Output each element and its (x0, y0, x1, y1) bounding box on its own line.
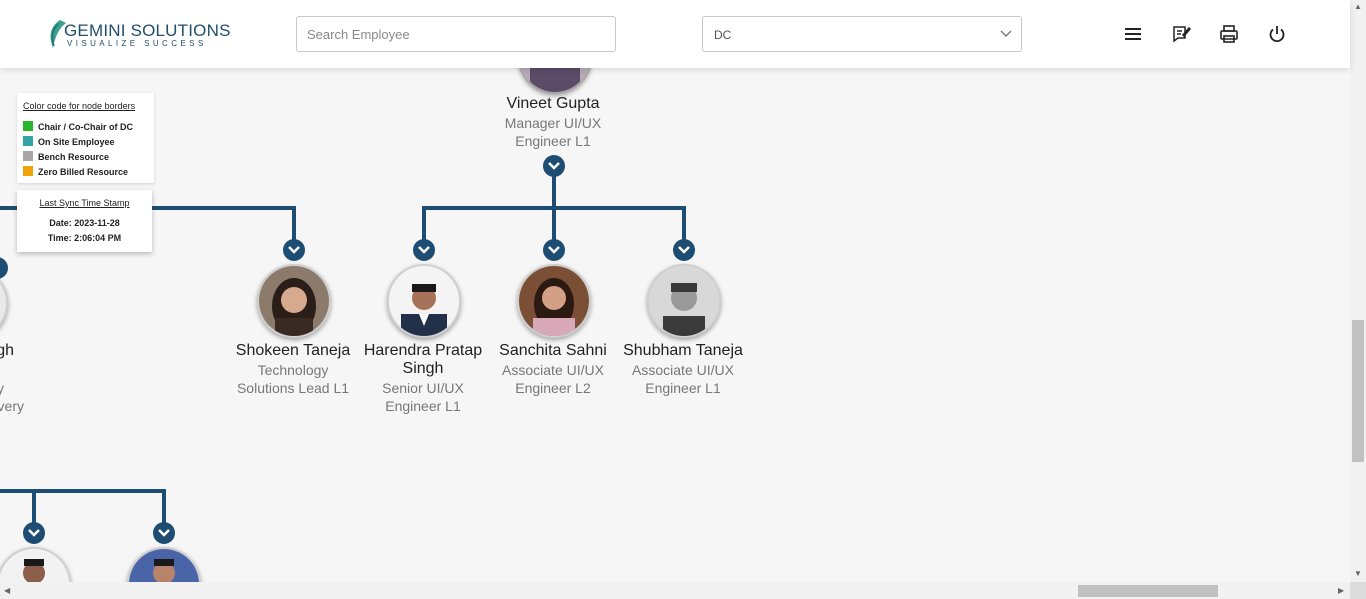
feedback-icon[interactable] (1170, 23, 1192, 45)
legend-swatch (23, 121, 33, 131)
app-header: GEMINI SOLUTIONS VISUALIZE SUCCESS DC (0, 0, 1350, 68)
chevron-down-icon (678, 246, 690, 254)
avatar-harendra-pratap-singh[interactable] (387, 264, 461, 338)
print-icon[interactable] (1218, 23, 1240, 45)
employee-role: Senior UI/UX (382, 380, 464, 396)
logo-text: GEMINI SOLUTIONS (64, 21, 231, 40)
chevron-down-icon (548, 246, 560, 254)
legend-item-bench: Bench Resource (23, 151, 109, 163)
last-sync-panel: Last Sync Time Stamp Date: 2023-11-28 Ti… (17, 190, 152, 252)
chevron-down-icon (28, 529, 40, 537)
chevron-down-icon (1000, 30, 1012, 37)
logo-tagline: VISUALIZE SUCCESS (67, 39, 207, 48)
vertical-scrollbar[interactable] (1350, 0, 1366, 582)
employee-role-partial: very (0, 398, 24, 414)
node-border-legend: Color code for node borders Chair / Co-C… (17, 93, 154, 183)
expand-toggle-button[interactable] (283, 239, 305, 261)
expand-toggle-button[interactable] (543, 239, 565, 261)
gemini-logo[interactable]: GEMINI SOLUTIONS VISUALIZE SUCCESS (46, 17, 230, 51)
employee-role: Manager UI/UX (504, 115, 602, 131)
expand-toggle-button[interactable] (543, 155, 565, 177)
avatar-shokeen-taneja[interactable] (257, 264, 331, 338)
employee-role: Technology (257, 362, 329, 378)
dc-select-value: DC (714, 28, 732, 42)
chevron-down-icon (418, 246, 430, 254)
avatar-shubham-taneja[interactable] (647, 264, 721, 338)
scroll-down-arrow[interactable]: ▼ (1354, 569, 1362, 578)
employee-role: Engineer L2 (515, 380, 591, 396)
employee-role: Associate UI/UX (502, 362, 604, 378)
chevron-down-icon (288, 246, 300, 254)
employee-role-partial: y (0, 380, 4, 396)
avatar-sanchita-sahni[interactable] (517, 264, 591, 338)
expand-toggle-button[interactable] (673, 239, 695, 261)
legend-title: Color code for node borders (23, 101, 136, 111)
chevron-down-icon (158, 529, 170, 537)
employee-role: Engineer L1 (645, 380, 721, 396)
legend-label: Chair / Co-Chair of DC (38, 122, 134, 132)
scroll-up-arrow[interactable]: ▲ (1354, 2, 1362, 11)
legend-swatch (23, 136, 33, 146)
search-employee-input[interactable] (296, 16, 616, 52)
employee-name: Shubham Taneja (623, 342, 743, 359)
menu-icon[interactable] (1122, 23, 1144, 45)
org-chart-canvas[interactable]: Vineet Gupta Manager UI/UX Engineer L1 S… (0, 0, 1350, 582)
legend-item-chair: Chair / Co-Chair of DC (23, 121, 133, 133)
employee-name-partial: gh (0, 342, 14, 359)
legend-swatch (23, 151, 33, 161)
vertical-scrollbar-thumb[interactable] (1352, 320, 1364, 462)
sync-time: Time: 2:06:04 PM (47, 233, 122, 243)
employee-name: Vineet Gupta (506, 95, 600, 112)
scroll-right-arrow[interactable]: ▶ (1338, 586, 1344, 595)
employee-role: Solutions Lead L1 (236, 380, 350, 396)
legend-label: Zero Billed Resource (38, 167, 129, 177)
expand-toggle-button[interactable] (153, 522, 175, 544)
employee-name: Sanchita Sahni (499, 342, 607, 359)
legend-label: On Site Employee (38, 137, 115, 147)
chevron-down-icon (548, 162, 560, 170)
horizontal-scrollbar-thumb[interactable] (1078, 585, 1218, 597)
employee-role: Associate UI/UX (632, 362, 734, 378)
legend-label: Bench Resource (38, 152, 110, 162)
employee-role: Engineer L1 (385, 398, 461, 414)
dc-select[interactable]: DC (702, 16, 1022, 52)
employee-name: Harendra Pratap Singh (363, 342, 483, 377)
expand-toggle-button[interactable] (23, 522, 45, 544)
power-icon[interactable] (1266, 23, 1288, 45)
sync-title: Last Sync Time Stamp (39, 198, 130, 208)
sync-date: Date: 2023-11-28 (49, 218, 120, 228)
legend-item-zero-billed: Zero Billed Resource (23, 166, 128, 178)
employee-role: Engineer L1 (515, 133, 591, 149)
scroll-left-arrow[interactable]: ◀ (4, 586, 10, 595)
expand-toggle-button[interactable] (413, 239, 435, 261)
legend-swatch (23, 166, 33, 176)
employee-name: Shokeen Taneja (235, 342, 351, 359)
scrollbar-corner (1350, 582, 1366, 599)
legend-item-onsite: On Site Employee (23, 136, 115, 148)
